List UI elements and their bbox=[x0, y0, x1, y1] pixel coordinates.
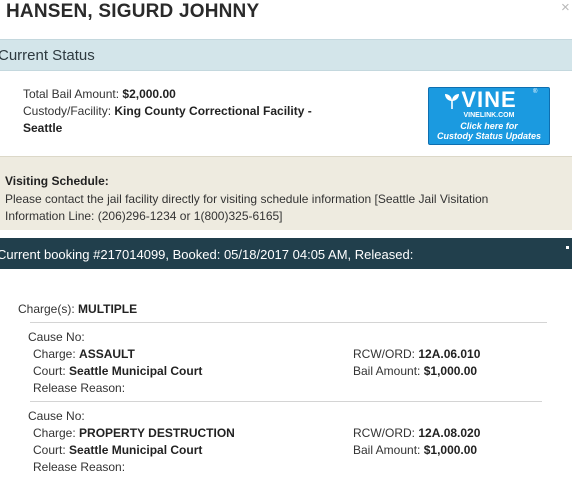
charge-2-court: Court: Seattle Municipal Court bbox=[33, 442, 202, 459]
vine-cta-line1: Click here for bbox=[460, 121, 518, 131]
bail-value: $1,000.00 bbox=[423, 364, 478, 378]
total-bail-value: $2,000.00 bbox=[122, 87, 176, 101]
charge-value: ASSAULT bbox=[79, 347, 135, 361]
charges-value: MULTIPLE bbox=[78, 302, 138, 316]
vine-registered-mark: ® bbox=[533, 89, 538, 95]
charge-1-cause: Cause No: bbox=[28, 329, 85, 346]
booking-header-text: Current booking #217014099, Booked: 05/1… bbox=[0, 247, 414, 262]
divider bbox=[30, 401, 542, 402]
vine-cta-text: Click here for Custody Status Updates bbox=[429, 121, 549, 141]
charge-1-bail: Bail Amount: $1,000.00 bbox=[353, 363, 477, 380]
vine-logo-text: VINE bbox=[461, 87, 517, 112]
release-label: Release Reason: bbox=[33, 381, 126, 395]
charge-1-charge: Charge: ASSAULT bbox=[33, 346, 135, 363]
custody-row: Custody/Facility: King County Correction… bbox=[23, 103, 312, 120]
bail-label: Bail Amount: bbox=[353, 443, 421, 457]
total-bail-label: Total Bail Amount: bbox=[23, 87, 120, 101]
divider bbox=[30, 322, 547, 323]
charges-summary: Charge(s): MULTIPLE bbox=[18, 302, 137, 316]
charge-2-cause: Cause No: bbox=[28, 408, 85, 425]
rcw-label: RCW/ORD: bbox=[353, 426, 415, 440]
vine-custody-updates-button[interactable]: VINE ® VINELINK.COM Click here for Custo… bbox=[428, 87, 550, 145]
vine-site-text: VINELINK.COM bbox=[463, 112, 515, 119]
charge-label: Charge: bbox=[33, 347, 76, 361]
booking-toggle-icon[interactable] bbox=[566, 246, 569, 249]
release-label: Release Reason: bbox=[33, 460, 126, 474]
total-bail-row: Total Bail Amount: $2,000.00 bbox=[23, 86, 176, 103]
visiting-schedule-panel: Visiting Schedule: Please contact the ja… bbox=[0, 156, 572, 230]
close-icon[interactable]: × bbox=[561, 0, 570, 15]
charge-2-charge: Charge: PROPERTY DESTRUCTION bbox=[33, 425, 235, 442]
visiting-schedule-heading: Visiting Schedule: bbox=[5, 174, 109, 188]
charge-2-rcw: RCW/ORD: 12A.08.020 bbox=[353, 425, 480, 442]
charge-1-release: Release Reason: bbox=[33, 380, 125, 397]
current-status-header: Current Status bbox=[0, 39, 572, 71]
cause-label: Cause No: bbox=[28, 409, 85, 423]
custody-row-continued: Seattle bbox=[23, 120, 62, 137]
charge-2-release: Release Reason: bbox=[33, 459, 125, 476]
custody-value-continued: Seattle bbox=[23, 121, 63, 135]
vine-cta-line2: Custody Status Updates bbox=[436, 131, 541, 141]
rcw-value: 12A.08.020 bbox=[418, 426, 481, 440]
rcw-label: RCW/ORD: bbox=[353, 347, 415, 361]
current-status-heading: Current Status bbox=[0, 47, 95, 64]
charge-1-court: Court: Seattle Municipal Court bbox=[33, 363, 202, 380]
custody-label: Custody/Facility: bbox=[23, 104, 112, 118]
visiting-schedule-body: Please contact the jail facility directl… bbox=[5, 192, 489, 223]
charge-label: Charge: bbox=[33, 426, 76, 440]
charge-2-bail: Bail Amount: $1,000.00 bbox=[353, 442, 477, 459]
court-value: Seattle Municipal Court bbox=[69, 364, 203, 378]
rcw-value: 12A.06.010 bbox=[418, 347, 481, 361]
court-label: Court: bbox=[33, 364, 66, 378]
booking-header[interactable]: Current booking #217014099, Booked: 05/1… bbox=[0, 238, 572, 269]
bail-value: $1,000.00 bbox=[423, 443, 478, 457]
custody-value: King County Correctional Facility - bbox=[114, 104, 312, 118]
court-value: Seattle Municipal Court bbox=[69, 443, 203, 457]
court-label: Court: bbox=[33, 443, 66, 457]
charge-value: PROPERTY DESTRUCTION bbox=[79, 426, 235, 440]
inmate-name-title: HANSEN, SIGURD JOHNNY bbox=[6, 1, 260, 22]
charge-1-rcw: RCW/ORD: 12A.06.010 bbox=[353, 346, 480, 363]
charges-label: Charge(s): bbox=[18, 302, 75, 316]
cause-label: Cause No: bbox=[28, 330, 85, 344]
bail-label: Bail Amount: bbox=[353, 364, 421, 378]
